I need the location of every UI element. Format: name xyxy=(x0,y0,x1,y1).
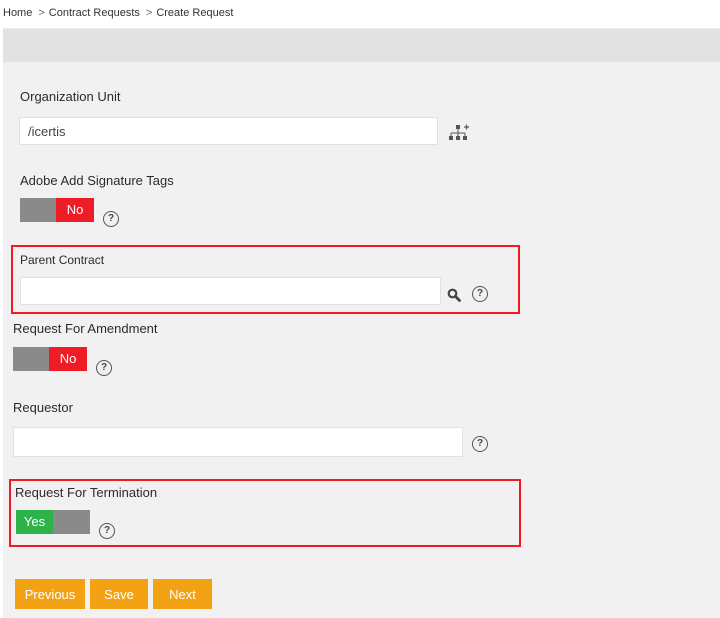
breadcrumb-separator: > xyxy=(38,7,45,19)
toggle-state-no: No xyxy=(49,347,87,371)
previous-button[interactable]: Previous xyxy=(15,579,85,609)
breadcrumb: Home > Contract Requests > Create Request xyxy=(3,7,233,19)
header-bar xyxy=(3,28,720,62)
requestor-input[interactable] xyxy=(13,427,463,457)
adobe-signature-tags-toggle[interactable]: No xyxy=(20,198,94,222)
parent-contract-label: Parent Contract xyxy=(20,253,105,267)
save-button[interactable]: Save xyxy=(90,579,148,609)
help-icon[interactable]: ? xyxy=(103,211,119,227)
org-hierarchy-icon[interactable] xyxy=(448,124,470,142)
search-icon[interactable] xyxy=(447,288,461,302)
request-for-termination-label: Request For Termination xyxy=(15,485,158,500)
help-icon[interactable]: ? xyxy=(96,360,112,376)
toggle-track xyxy=(53,510,90,534)
breadcrumb-home[interactable]: Home xyxy=(3,7,32,19)
help-icon[interactable]: ? xyxy=(472,436,488,452)
breadcrumb-contract-requests[interactable]: Contract Requests xyxy=(49,7,140,19)
breadcrumb-separator: > xyxy=(145,7,153,19)
request-for-amendment-label: Request For Amendment xyxy=(13,321,158,336)
request-for-termination-toggle[interactable]: Yes xyxy=(16,510,90,534)
toggle-track xyxy=(20,198,56,222)
help-icon[interactable]: ? xyxy=(99,523,115,539)
toggle-state-yes: Yes xyxy=(16,510,53,534)
help-icon[interactable]: ? xyxy=(472,286,488,302)
next-button[interactable]: Next xyxy=(153,579,212,609)
parent-contract-input[interactable] xyxy=(20,277,441,305)
breadcrumb-create-request: Create Request xyxy=(156,7,234,19)
adobe-signature-tags-label: Adobe Add Signature Tags xyxy=(20,173,174,188)
toggle-track xyxy=(13,347,49,371)
toggle-state-no: No xyxy=(56,198,94,222)
organization-unit-label: Organization Unit xyxy=(20,89,121,104)
requestor-label: Requestor xyxy=(13,400,73,415)
organization-unit-input[interactable] xyxy=(19,117,438,145)
request-for-amendment-toggle[interactable]: No xyxy=(13,347,87,371)
